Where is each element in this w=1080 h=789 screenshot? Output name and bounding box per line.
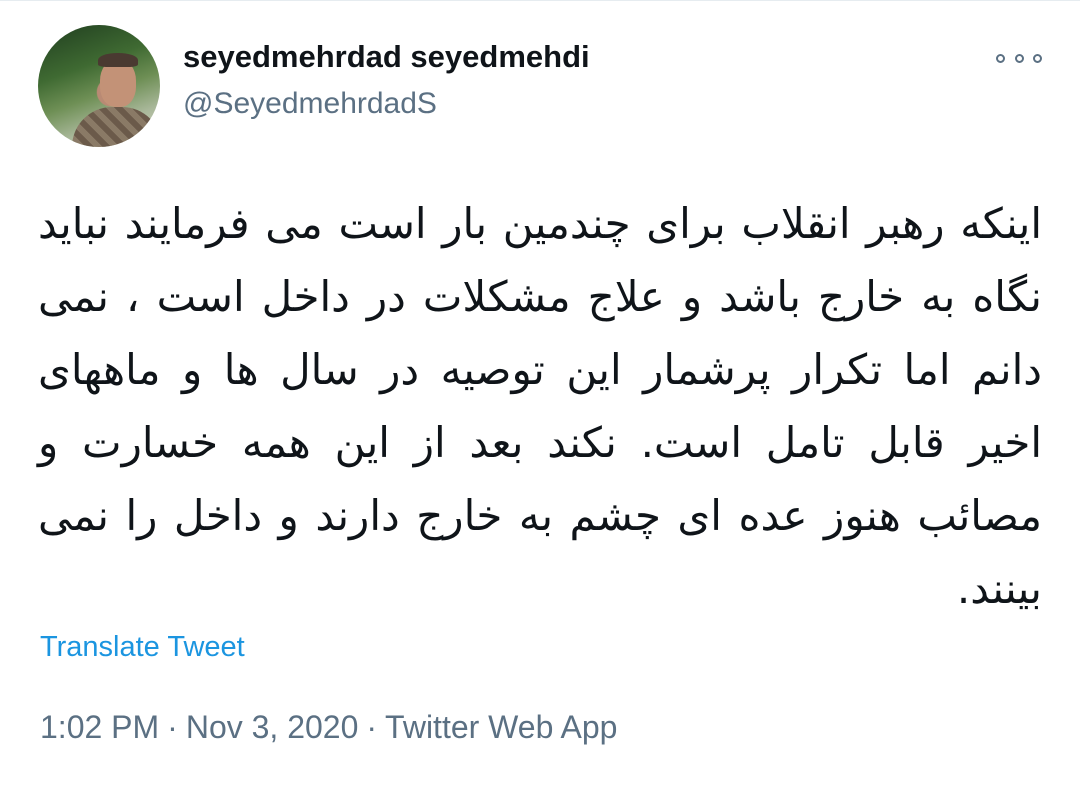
tweet-time[interactable]: 1:02 PM: [40, 709, 159, 745]
avatar-shoulders: [72, 107, 160, 147]
more-options-icon[interactable]: [996, 47, 1042, 69]
more-dot: [996, 53, 1005, 63]
avatar-hair: [98, 53, 138, 67]
translate-tweet-link[interactable]: Translate Tweet: [40, 631, 245, 664]
tweet-date[interactable]: Nov 3, 2020: [186, 709, 359, 745]
tweet-meta: 1:02 PM · Nov 3, 2020 · Twitter Web App: [40, 709, 617, 746]
avatar[interactable]: [38, 25, 160, 147]
meta-separator: ·: [366, 709, 378, 745]
meta-separator: ·: [167, 709, 178, 745]
tweet: seyedmehrdad seyedmehdi @SeyedmehrdadS ا…: [0, 0, 1080, 789]
tweet-text: اینکه رهبر انقلاب برای چندمین بار است می…: [38, 199, 1042, 613]
tweet-source[interactable]: Twitter Web App: [385, 709, 617, 745]
author-display-name[interactable]: seyedmehrdad seyedmehdi: [183, 39, 590, 75]
more-dot: [1033, 53, 1042, 63]
author-handle[interactable]: @SeyedmehrdadS: [183, 87, 437, 121]
more-dot: [1014, 53, 1024, 63]
